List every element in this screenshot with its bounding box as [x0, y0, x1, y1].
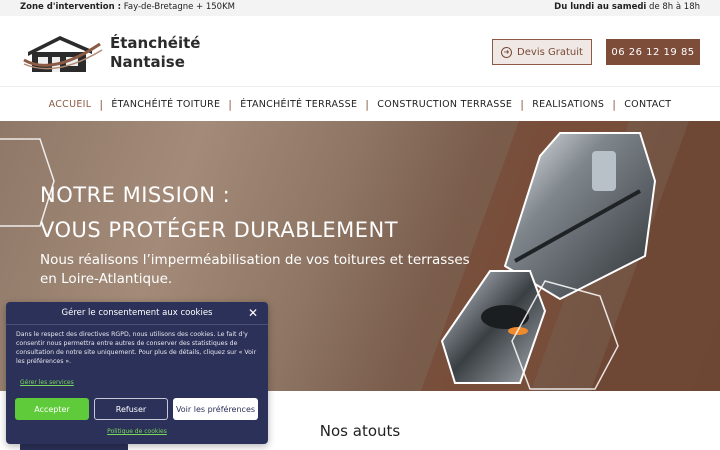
free-quote-button[interactable]: ➜ Devis Gratuit — [492, 39, 592, 65]
nav-item-realisations[interactable]: REALISATIONS — [524, 99, 612, 110]
accept-cookies-button[interactable]: Accepter — [15, 398, 89, 420]
opening-hours-value: de 8h à 18h — [649, 2, 700, 12]
hero-title-line-1: NOTRE MISSION : — [40, 183, 231, 207]
site-logo[interactable]: Étanchéité Nantaise — [22, 30, 222, 76]
cookie-policy-link[interactable]: Politique de cookies — [6, 428, 268, 435]
house-logo-icon — [23, 36, 103, 72]
main-nav: ACCUEIL | ÉTANCHÉITÉ TOITURE | ÉTANCHÉIT… — [0, 86, 720, 121]
opening-hours-label: Du lundi au samedi — [554, 2, 647, 12]
logo-line-1: Étanchéité — [110, 34, 201, 52]
phone-button[interactable]: 06 26 12 19 85 — [606, 39, 700, 65]
service-zone-label: Zone d'intervention : — [20, 2, 122, 12]
free-quote-label: Devis Gratuit — [517, 46, 583, 58]
cookie-modal-title: Gérer le consentement aux cookies — [61, 308, 213, 318]
view-preferences-button[interactable]: Voir les préférences — [173, 398, 258, 420]
service-zone: Zone d'intervention : Fay-de-Bretagne + … — [20, 2, 235, 12]
service-zone-value: Fay-de-Bretagne + 150KM — [123, 2, 235, 12]
cookie-modal-divider — [6, 324, 268, 325]
hero-subtitle: Nous réalisons l’imperméabilisation de v… — [40, 252, 470, 287]
site-header: Étanchéité Nantaise ➜ Devis Gratuit 06 2… — [0, 16, 720, 86]
nav-item-etancheite-terrasse[interactable]: ÉTANCHÉITÉ TERRASSE — [232, 99, 365, 110]
hero-title-line-2: VOUS PROTÉGER DURABLEMENT — [40, 218, 399, 242]
logo-text: Étanchéité Nantaise — [110, 34, 200, 72]
nav-item-accueil[interactable]: ACCUEIL — [41, 99, 100, 110]
manage-services-link[interactable]: Gérer les services — [20, 379, 74, 386]
close-icon[interactable]: ✕ — [248, 306, 258, 320]
nav-item-etancheite-toiture[interactable]: ÉTANCHÉITÉ TOITURE — [103, 99, 228, 110]
nav-item-contact[interactable]: CONTACT — [616, 99, 679, 110]
cookie-consent-modal: Gérer le consentement aux cookies ✕ Dans… — [6, 302, 268, 444]
refuse-cookies-button[interactable]: Refuser — [94, 398, 168, 420]
top-info-bar: Zone d'intervention : Fay-de-Bretagne + … — [0, 0, 720, 16]
nav-item-construction-terrasse[interactable]: CONSTRUCTION TERRASSE — [369, 99, 520, 110]
opening-hours: Du lundi au samedi de 8h à 18h — [554, 2, 700, 12]
logo-line-2: Nantaise — [110, 53, 185, 71]
cookie-modal-body: Dans le respect des directives RGPD, nou… — [16, 331, 257, 365]
arrow-right-circle-icon: ➜ — [501, 46, 513, 58]
